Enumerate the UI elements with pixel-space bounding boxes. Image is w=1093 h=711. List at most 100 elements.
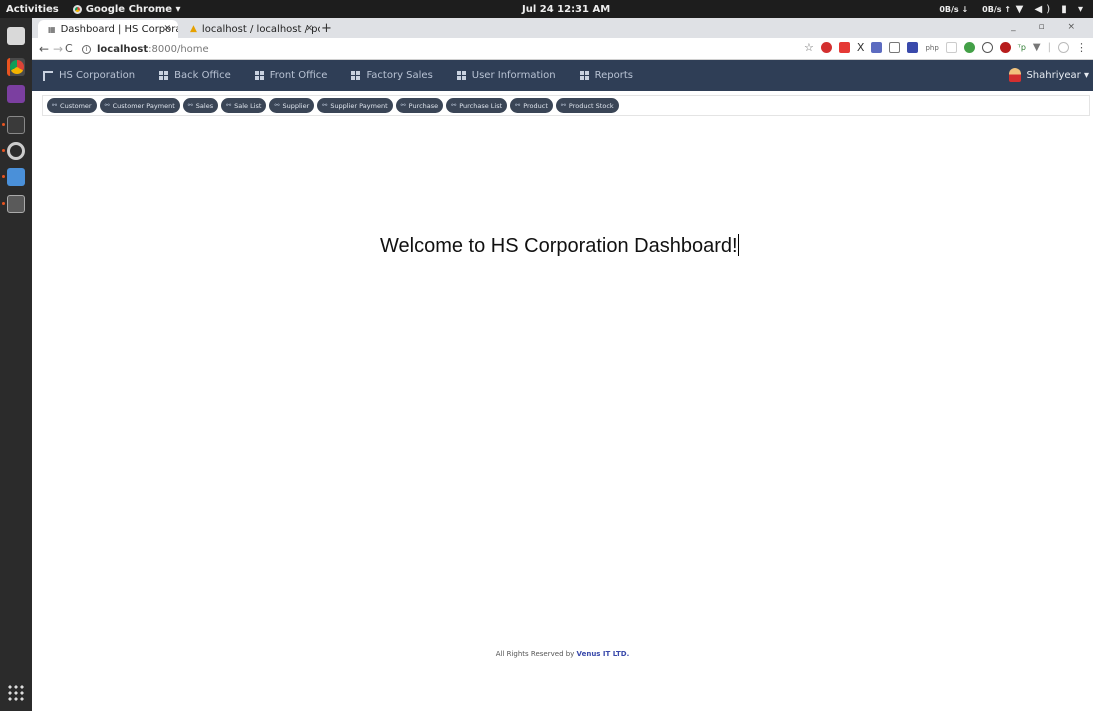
dashboard-grid-icon (579, 71, 589, 80)
pill-label: Product (523, 101, 548, 110)
font-icon[interactable]: ᵀp (1018, 43, 1026, 52)
show-apps-icon[interactable] (7, 684, 25, 702)
link-icon: ⚯ (560, 102, 566, 109)
back-arrow-icon[interactable]: ← (39, 42, 49, 56)
nav-label: Factory Sales (366, 70, 433, 81)
terminal-icon[interactable] (7, 116, 25, 134)
link-icon: ⚯ (104, 102, 110, 109)
pill-label: Customer Payment (112, 101, 175, 110)
activities-button[interactable]: Activities (0, 4, 59, 15)
close-tab-icon[interactable]: ✕ (305, 24, 313, 34)
running-indicator (2, 202, 5, 205)
link-icon: ⚯ (187, 102, 193, 109)
browser-window: ▦ Dashboard | HS Corporati ✕ ▲ localhost… (32, 18, 1093, 711)
files-icon[interactable] (7, 27, 25, 45)
quick-link-supplier[interactable]: ⚯ Supplier (269, 98, 315, 113)
address-bar[interactable]: i localhost:8000/home (82, 41, 209, 57)
link-icon: ⚯ (226, 102, 232, 109)
avatar (1009, 68, 1022, 82)
quick-link-supplier-payment[interactable]: ⚯ Supplier Payment (317, 98, 393, 113)
document-icon[interactable] (7, 168, 25, 186)
dashboard-favicon-icon: ▦ (48, 24, 56, 34)
adblock-icon[interactable] (820, 42, 832, 53)
welcome-text: Welcome to HS Corporation Dashboard! (380, 235, 738, 257)
quick-link-purchase[interactable]: ⚯ Purchase (395, 98, 444, 113)
clock[interactable]: Jul 24 12:31 AM (522, 4, 610, 15)
x-icon[interactable]: X (857, 41, 865, 54)
new-tab-button[interactable]: + (321, 21, 332, 36)
reload-icon[interactable]: C (65, 42, 73, 55)
globe-icon[interactable] (963, 42, 975, 53)
divider: | (1047, 42, 1051, 53)
nav-label: User Information (471, 70, 556, 81)
bookmark-star-icon[interactable]: ☆ (804, 41, 814, 54)
blank-extension-icon[interactable] (945, 42, 957, 53)
link-icon: ⚯ (515, 102, 521, 109)
quick-link-sales[interactable]: ⚯ Sales (182, 98, 219, 113)
system-tray[interactable]: ▼ ◀) ▮ ▾ (1016, 4, 1087, 15)
pocket-icon[interactable] (838, 42, 850, 53)
url-path: :8000/home (148, 43, 209, 55)
link-icon: ⚯ (322, 102, 328, 109)
filter-icon[interactable]: ▼ (1033, 42, 1041, 53)
tab-title: Dashboard | HS Corporati (60, 23, 178, 35)
translate-icon[interactable] (871, 42, 883, 53)
tab-dashboard[interactable]: ▦ Dashboard | HS Corporati ✕ (38, 20, 178, 38)
info-icon[interactable]: i (82, 44, 91, 54)
quick-link-customer[interactable]: ⚯ Customer (47, 98, 97, 113)
dashboard-grid-icon (456, 71, 466, 80)
welcome-heading: Welcome to HS Corporation Dashboard! (380, 234, 739, 258)
menu-dots-icon[interactable]: ⋮ (1076, 41, 1087, 54)
tab-title: localhost / localhost / po (201, 23, 320, 35)
close-tab-icon[interactable]: ✕ (163, 24, 171, 34)
app-menu[interactable]: Google Chrome ▾ (72, 4, 181, 15)
brand-logo-icon (43, 70, 53, 81)
nav-back-office[interactable]: Back Office (159, 70, 231, 81)
quick-link-product[interactable]: ⚯ Product (510, 98, 553, 113)
quick-link-product-stock[interactable]: ⚯ Product Stock (555, 98, 619, 113)
dashboard-grid-icon (351, 71, 361, 80)
phpstorm-icon[interactable] (7, 85, 25, 103)
shield-icon[interactable] (999, 42, 1011, 53)
camera-icon[interactable] (889, 42, 901, 53)
user-menu[interactable]: Shahriyear ▾ (1009, 68, 1089, 82)
footer-text: All Rights Reserved by (495, 650, 577, 658)
brand-label: HS Corporation (59, 70, 136, 81)
url-host: localhost (97, 43, 149, 55)
dashboard-grid-icon (254, 71, 264, 80)
pill-label: Supplier Payment (330, 101, 388, 110)
link-icon: ⚯ (52, 102, 58, 109)
net-up: 0B/s ↑ (982, 4, 1011, 14)
window-controls[interactable]: _ ▫ × (1011, 22, 1085, 32)
forward-arrow-icon[interactable]: → (53, 42, 63, 56)
extension-bar: ☆ X php ᵀp ▼ | ⋮ (804, 41, 1087, 54)
chrome-dock-icon[interactable] (7, 58, 25, 76)
nav-factory-sales[interactable]: Factory Sales (351, 70, 433, 81)
user-name: Shahriyear ▾ (1026, 69, 1089, 81)
footer-company-link[interactable]: Venus IT LTD. (577, 650, 630, 658)
php-icon[interactable]: php (925, 44, 938, 52)
toolbar: ← → C i localhost:8000/home ☆ X php ᵀp ▼… (32, 38, 1093, 60)
nav-label: Front Office (269, 70, 328, 81)
system-top-bar: Activities Google Chrome ▾ Jul 24 12:31 … (0, 0, 1093, 18)
quick-link-purchase-list[interactable]: ⚯ Purchase List (446, 98, 508, 113)
quick-link-customer-payment[interactable]: ⚯ Customer Payment (99, 98, 180, 113)
nav-user-information[interactable]: User Information (456, 70, 556, 81)
nav-reports[interactable]: Reports (579, 70, 633, 81)
phpmyadmin-favicon-icon: ▲ (190, 24, 197, 34)
profile-icon[interactable] (1058, 42, 1069, 53)
nav-front-office[interactable]: Front Office (254, 70, 328, 81)
brand-link[interactable]: HS Corporation (43, 70, 135, 81)
settings-icon[interactable] (7, 142, 25, 160)
tab-phpmyadmin[interactable]: ▲ localhost / localhost / po ✕ (180, 20, 320, 38)
link-icon: ⚯ (400, 102, 406, 109)
download-icon[interactable] (907, 42, 919, 53)
network-speed: 0B/s ↓ 0B/s ↑ (939, 5, 1011, 14)
app-navbar: HS Corporation Back Office Front Office … (32, 60, 1093, 91)
screenshot-icon[interactable] (7, 195, 25, 213)
link-icon: ⚯ (451, 102, 457, 109)
quick-link-sale-list[interactable]: ⚯ Sale List (221, 98, 267, 113)
clock-icon[interactable] (981, 42, 993, 53)
running-indicator (2, 175, 5, 178)
footer: All Rights Reserved by Venus IT LTD. (32, 650, 1093, 658)
